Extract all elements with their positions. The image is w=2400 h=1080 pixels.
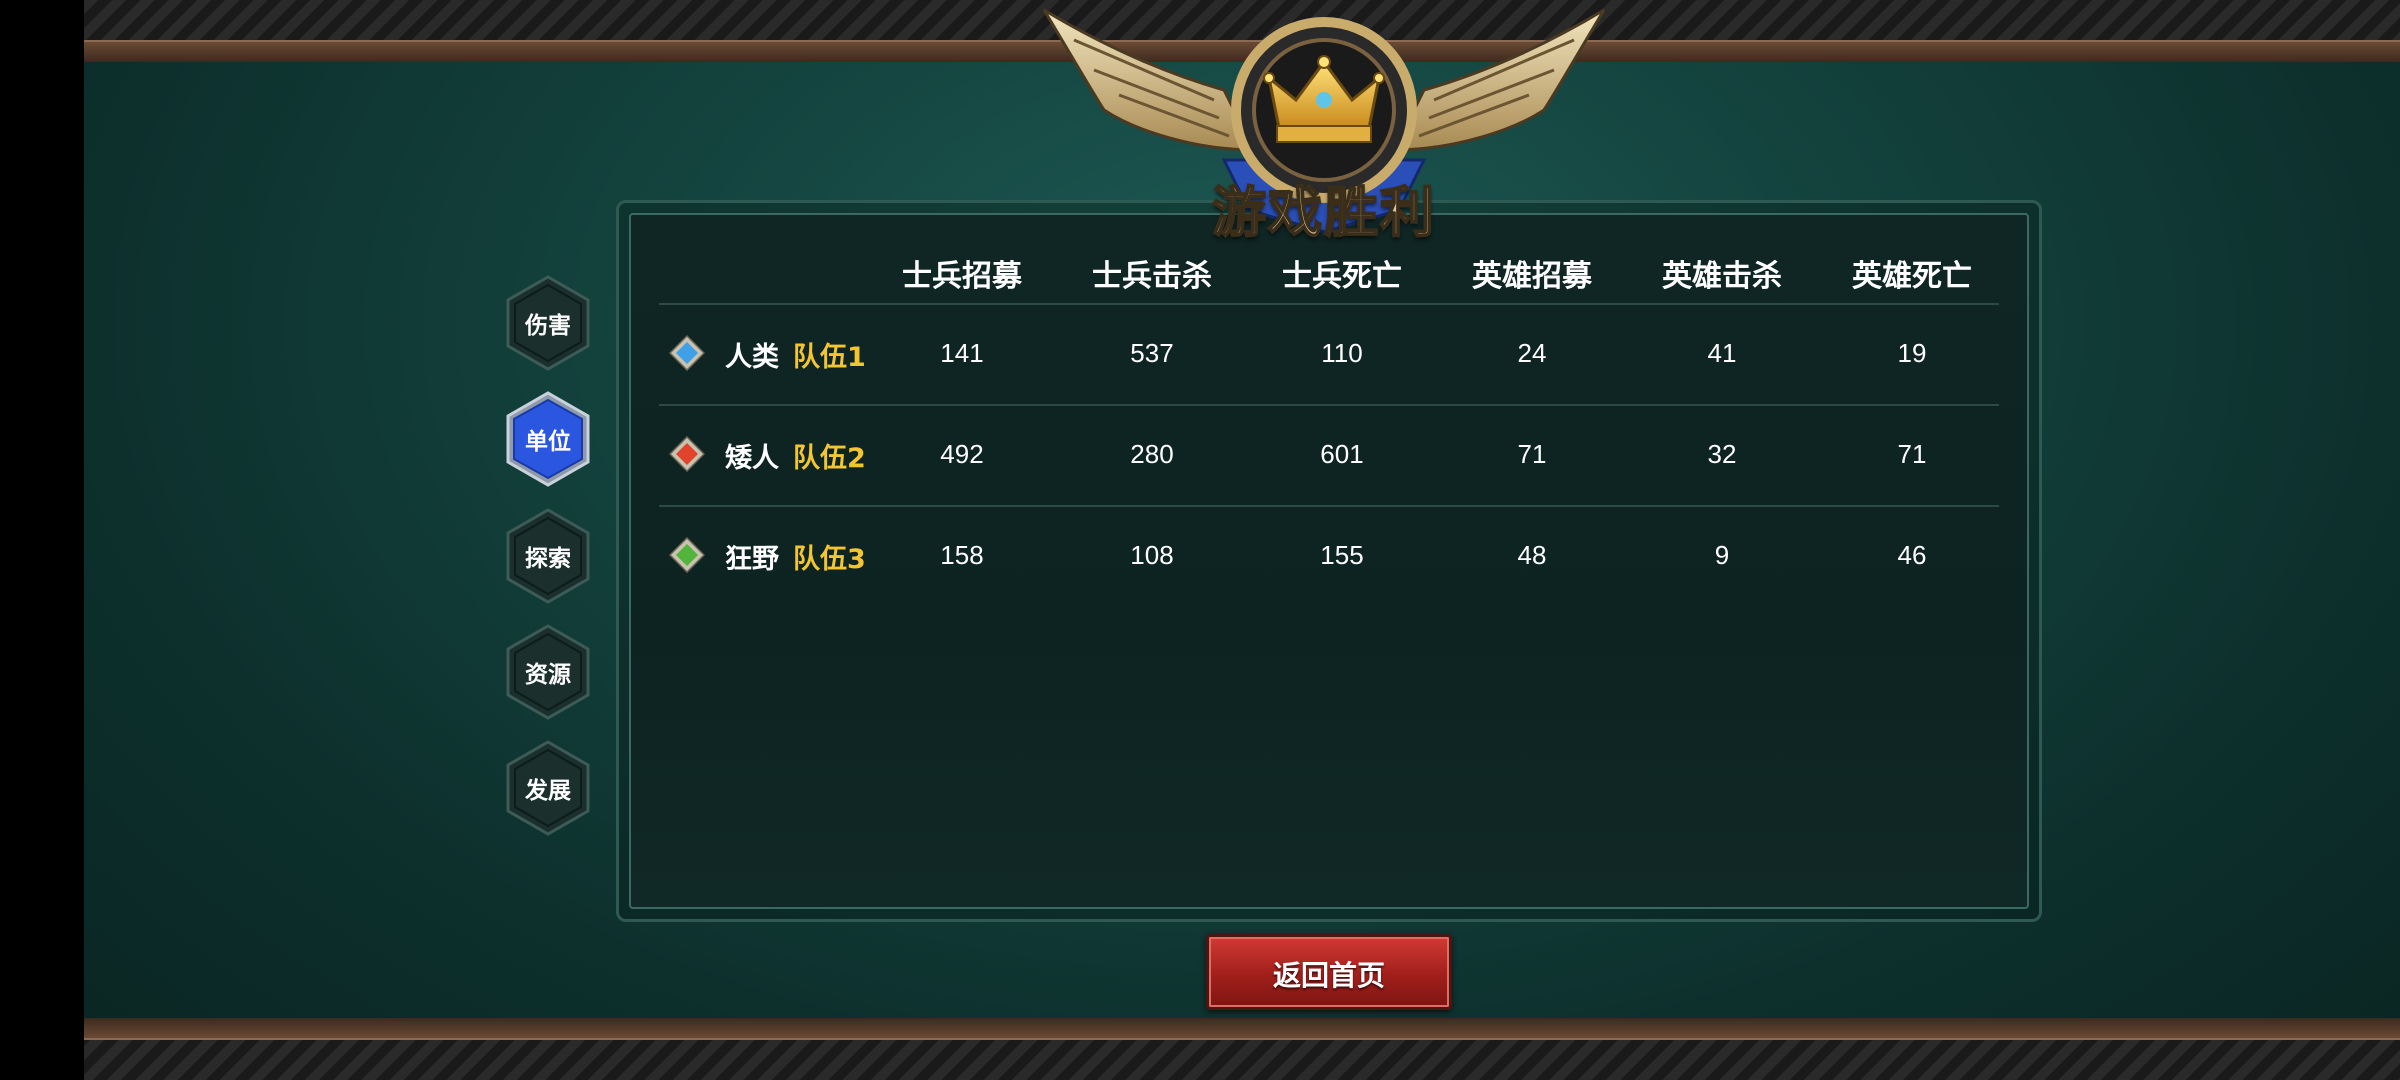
column-header: 士兵死亡 bbox=[1282, 259, 1402, 294]
table-cell: 71 bbox=[1897, 439, 1927, 469]
team-label: 队伍1 bbox=[793, 342, 866, 373]
table-row: 狂野 队伍3 158 108 155 48 9 46 bbox=[659, 507, 1999, 608]
stats-table: 士兵招募 士兵击杀 士兵死亡 英雄招募 英雄击杀 英雄死亡 人类 队伍1 141… bbox=[629, 213, 2029, 909]
victory-title: 游戏胜利 bbox=[1211, 180, 1436, 245]
table-cell: 110 bbox=[1321, 338, 1363, 368]
table-cell: 492 bbox=[940, 439, 984, 469]
tab-units[interactable]: 单位 bbox=[504, 391, 592, 487]
blue-diamond-icon bbox=[669, 335, 705, 371]
tab-damage[interactable]: 伤害 bbox=[504, 275, 592, 371]
column-header: 英雄死亡 bbox=[1852, 259, 1972, 294]
table-cell: 71 bbox=[1517, 439, 1547, 469]
table-cell: 48 bbox=[1517, 540, 1547, 570]
team-label: 队伍2 bbox=[793, 443, 866, 474]
tab-explore[interactable]: 探索 bbox=[504, 508, 592, 604]
tab-label: 单位 bbox=[525, 429, 571, 455]
table-header: 士兵招募 士兵击杀 士兵死亡 英雄招募 英雄击杀 英雄死亡 bbox=[631, 251, 2027, 294]
tab-resources[interactable]: 资源 bbox=[504, 624, 592, 720]
table-cell: 19 bbox=[1897, 338, 1927, 368]
table-cell: 601 bbox=[1320, 439, 1364, 469]
table-cell: 537 bbox=[1130, 338, 1174, 368]
table-cell: 108 bbox=[1130, 540, 1174, 570]
column-header: 士兵招募 bbox=[902, 259, 1022, 294]
race-name: 人类 bbox=[725, 342, 779, 373]
stats-panel: 士兵招募 士兵击杀 士兵死亡 英雄招募 英雄击杀 英雄死亡 人类 队伍1 141… bbox=[616, 200, 2042, 922]
column-header: 英雄击杀 bbox=[1662, 259, 1782, 294]
red-diamond-icon bbox=[669, 436, 705, 472]
tab-label: 发展 bbox=[525, 778, 571, 804]
race-name: 矮人 bbox=[725, 443, 779, 474]
race-name: 狂野 bbox=[725, 544, 779, 575]
table-cell: 32 bbox=[1707, 439, 1737, 469]
table-cell: 155 bbox=[1320, 540, 1364, 570]
table-cell: 41 bbox=[1707, 338, 1737, 368]
table-cell: 46 bbox=[1897, 540, 1927, 570]
tab-label: 探索 bbox=[525, 546, 571, 572]
tab-development[interactable]: 发展 bbox=[504, 740, 592, 836]
column-header: 士兵击杀 bbox=[1092, 259, 1212, 294]
column-header: 英雄招募 bbox=[1472, 259, 1592, 294]
results-screen: 伤害 单位 探索 资源 发展 士兵招募 士兵击杀 士兵死亡 英雄招募 英雄击杀 … bbox=[84, 0, 2400, 1080]
team-label: 队伍3 bbox=[793, 544, 866, 575]
table-cell: 158 bbox=[940, 540, 984, 570]
table-cell: 280 bbox=[1130, 439, 1174, 469]
table-row: 矮人 队伍2 492 280 601 71 32 71 bbox=[659, 406, 1999, 507]
game-screen: 伤害 单位 探索 资源 发展 士兵招募 士兵击杀 士兵死亡 英雄招募 英雄击杀 … bbox=[0, 0, 2400, 1080]
tab-label: 伤害 bbox=[525, 313, 571, 339]
green-diamond-icon bbox=[669, 537, 705, 573]
table-cell: 9 bbox=[1714, 540, 1730, 570]
table-row: 人类 队伍1 141 537 110 24 41 19 bbox=[659, 305, 1999, 406]
table-cell: 141 bbox=[940, 338, 984, 368]
bottom-border bbox=[84, 1018, 2400, 1080]
table-cell: 24 bbox=[1517, 338, 1547, 368]
return-home-button[interactable]: 返回首页 bbox=[1206, 934, 1452, 1010]
victory-emblem: 游戏胜利 bbox=[1034, 0, 1614, 245]
tab-label: 资源 bbox=[525, 662, 571, 688]
return-home-label: 返回首页 bbox=[1272, 959, 1385, 992]
